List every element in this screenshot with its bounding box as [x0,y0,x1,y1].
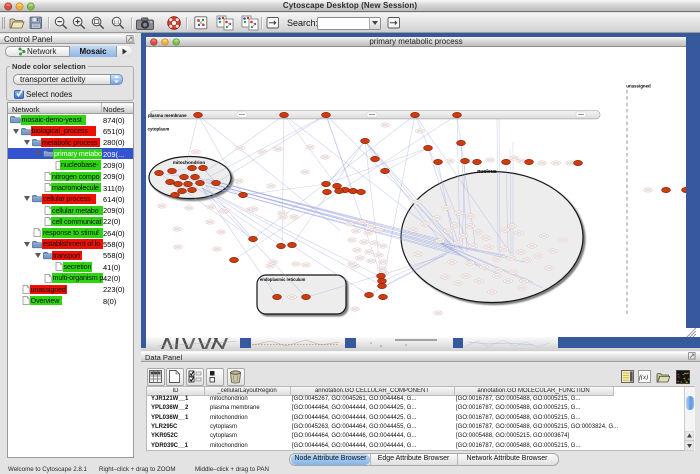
svg-text:cytoplasm: cytoplasm [148,127,170,132]
svg-text:unassigned: unassigned [626,84,651,89]
svg-text:endoplasmic reticulum: endoplasmic reticulum [260,277,306,282]
svg-text:f(x): f(x) [639,374,648,381]
svg-text:plasma membrane: plasma membrane [148,113,187,118]
svg-text:mitochondrion: mitochondrion [173,160,206,165]
svg-text:nucleus: nucleus [477,169,497,175]
svg-text:1:1: 1:1 [113,19,120,24]
